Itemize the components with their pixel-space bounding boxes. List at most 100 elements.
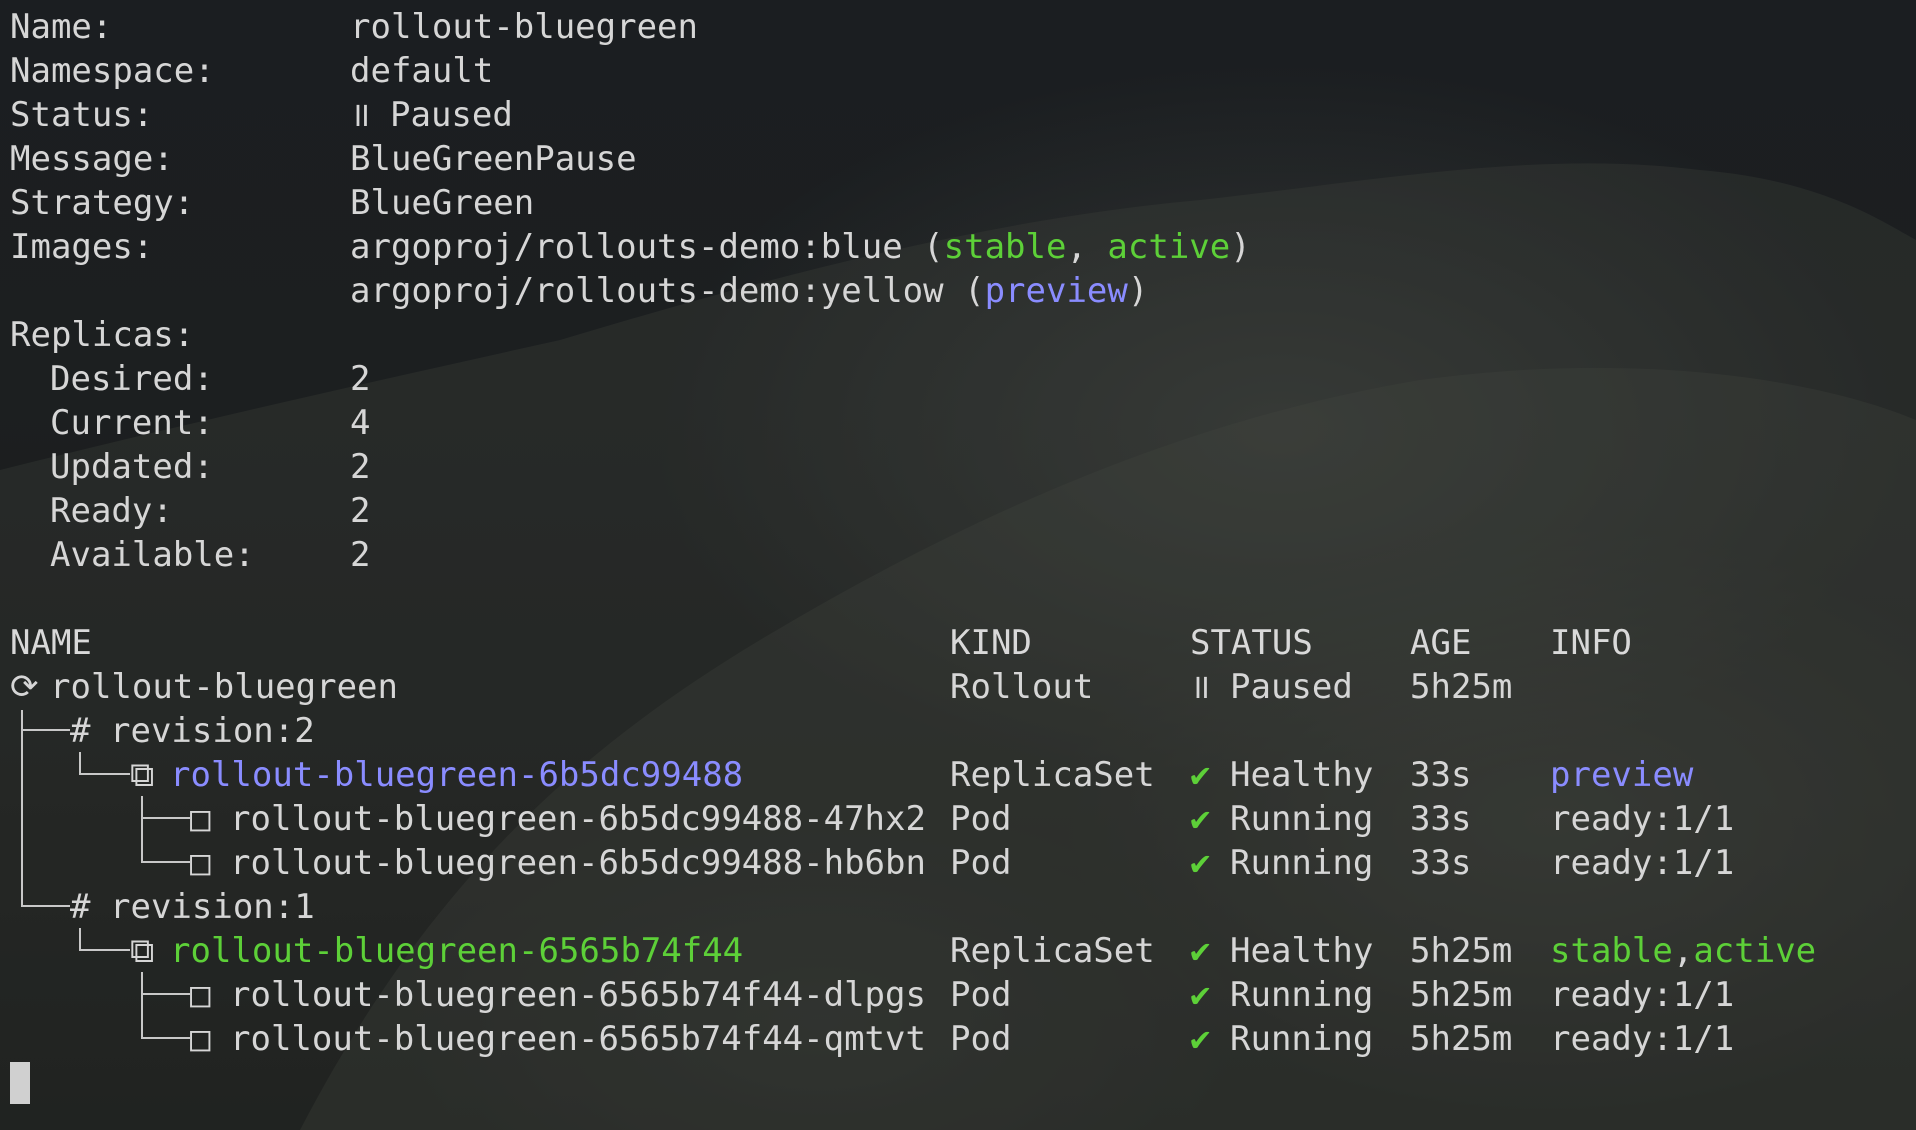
row-name: revision:2: [110, 711, 315, 751]
ready-label: Ready:: [50, 491, 173, 531]
summary-message-row: Message: BlueGreenPause: [10, 137, 637, 181]
row-info: ready:1/1: [1550, 843, 1735, 883]
row-info: stable,active: [1550, 929, 1816, 973]
summary-status-row: Status: ॥ Paused: [10, 93, 513, 137]
stable-tag: stable: [943, 227, 1067, 267]
row-age: 33s: [1410, 799, 1472, 839]
available-value: 2: [350, 535, 371, 575]
row-status: Running: [1230, 1019, 1374, 1059]
image-1-name: argoproj/rollouts-demo:blue: [350, 227, 903, 267]
row-name: rollout-bluegreen-6b5dc99488-47hx2: [230, 799, 926, 839]
message-value: BlueGreenPause: [350, 139, 637, 179]
image-1-open: (: [902, 227, 944, 267]
message-label: Message:: [10, 139, 174, 179]
pod-icon: □: [190, 1019, 231, 1059]
row-info: ready:1/1: [1550, 1019, 1735, 1059]
status-label: Status:: [10, 95, 154, 135]
replicas-ready-row: Ready: 2: [10, 489, 370, 533]
row-status: Healthy: [1230, 755, 1374, 795]
replicas-current-row: Current: 4: [10, 401, 370, 445]
replicas-label: Replicas:: [10, 315, 195, 355]
desired-label: Desired:: [50, 359, 214, 399]
updated-label: Updated:: [50, 447, 214, 487]
row-age: 33s: [1410, 755, 1472, 795]
row-kind: Pod: [950, 843, 1012, 883]
revision-icon: #: [70, 711, 111, 751]
namespace-value: default: [350, 51, 494, 91]
row-kind: Pod: [950, 1019, 1012, 1059]
summary-name-row: Name: rollout-bluegreen: [10, 5, 698, 49]
summary-image2-row: argoproj/rollouts-demo:yellow (preview): [10, 269, 1148, 313]
summary-replicas-row: Replicas:: [10, 313, 194, 357]
strategy-label: Strategy:: [10, 183, 195, 223]
name-label: Name:: [10, 7, 113, 47]
preview-tag: preview: [984, 271, 1128, 311]
row-name: rollout-bluegreen-6565b74f44: [170, 931, 744, 971]
terminal-cursor[interactable]: [10, 1062, 30, 1104]
check-icon: ✔: [1190, 975, 1211, 1015]
namespace-label: Namespace:: [10, 51, 215, 91]
active-tag: active: [1107, 227, 1231, 267]
row-status: Running: [1230, 799, 1374, 839]
table-row: □ rollout-bluegreen-6b5dc99488-47hx2 Pod…: [10, 797, 1734, 841]
current-value: 4: [350, 403, 371, 443]
table-row: □ rollout-bluegreen-6b5dc99488-hb6bn Pod…: [10, 841, 1734, 885]
row-age: 5h25m: [1410, 667, 1513, 707]
row-age: 5h25m: [1410, 931, 1513, 971]
revision-icon: #: [70, 887, 111, 927]
table-row: ⧉ rollout-bluegreen-6b5dc99488 ReplicaSe…: [10, 753, 1693, 797]
col-info: INFO: [1550, 623, 1632, 663]
desired-value: 2: [350, 359, 371, 399]
available-label: Available:: [50, 535, 255, 575]
row-info: ready:1/1: [1550, 799, 1735, 839]
status-value: Paused: [390, 95, 513, 135]
ready-value: 2: [350, 491, 371, 531]
pause-icon: ॥: [1190, 667, 1211, 707]
image-2-name: argoproj/rollouts-demo:yellow: [350, 271, 944, 311]
row-status: Running: [1230, 843, 1374, 883]
terminal-window[interactable]: Name: rollout-bluegreen Namespace: defau…: [0, 0, 1916, 1130]
row-kind: Pod: [950, 799, 1012, 839]
updated-value: 2: [350, 447, 371, 487]
image-1: argoproj/rollouts-demo:blue (stable, act…: [350, 225, 1251, 269]
table-row: ⧉ rollout-bluegreen-6565b74f44 ReplicaSe…: [10, 929, 1816, 973]
col-kind: KIND: [950, 623, 1032, 663]
col-name: NAME: [10, 623, 92, 663]
pod-icon: □: [190, 843, 231, 883]
row-status: Paused: [1230, 667, 1353, 707]
pod-icon: □: [190, 799, 231, 839]
summary-strategy-row: Strategy: BlueGreen: [10, 181, 534, 225]
replicaset-icon: ⧉: [130, 931, 175, 971]
table-row: # revision:1: [10, 885, 315, 929]
row-kind: ReplicaSet: [950, 931, 1155, 971]
table-row: ⟳ rollout-bluegreen Rollout ॥ Paused 5h2…: [10, 665, 1512, 709]
pause-icon: ॥: [350, 95, 371, 135]
image-1-sep: ,: [1066, 227, 1108, 267]
replicaset-icon: ⧉: [130, 755, 175, 795]
table-header: NAME KIND STATUS AGE INFO: [10, 621, 1632, 665]
check-icon: ✔: [1190, 799, 1211, 839]
row-age: 5h25m: [1410, 975, 1513, 1015]
replicas-desired-row: Desired: 2: [10, 357, 370, 401]
row-info: ready:1/1: [1550, 975, 1735, 1015]
table-row: □ rollout-bluegreen-6565b74f44-qmtvt Pod…: [10, 1017, 1734, 1061]
row-name: rollout-bluegreen-6b5dc99488-hb6bn: [230, 843, 926, 883]
row-kind: ReplicaSet: [950, 755, 1155, 795]
stable-tag: stable: [1550, 931, 1673, 971]
row-name: rollout-bluegreen-6565b74f44-qmtvt: [230, 1019, 926, 1059]
row-kind: Rollout: [950, 667, 1094, 707]
image-2-close: ): [1127, 271, 1149, 311]
col-status: STATUS: [1190, 623, 1313, 663]
image-2-open: (: [943, 271, 985, 311]
row-age: 5h25m: [1410, 1019, 1513, 1059]
summary-images-row: Images: argoproj/rollouts-demo:blue (sta…: [10, 225, 1251, 269]
image-2: argoproj/rollouts-demo:yellow (preview): [350, 269, 1148, 313]
table-row: # revision:2: [10, 709, 315, 753]
replicas-available-row: Available: 2: [10, 533, 370, 577]
table-row: □ rollout-bluegreen-6565b74f44-dlpgs Pod…: [10, 973, 1734, 1017]
row-kind: Pod: [950, 975, 1012, 1015]
row-name: revision:1: [110, 887, 315, 927]
current-label: Current:: [50, 403, 214, 443]
check-icon: ✔: [1190, 843, 1211, 883]
row-info: preview: [1550, 755, 1694, 795]
